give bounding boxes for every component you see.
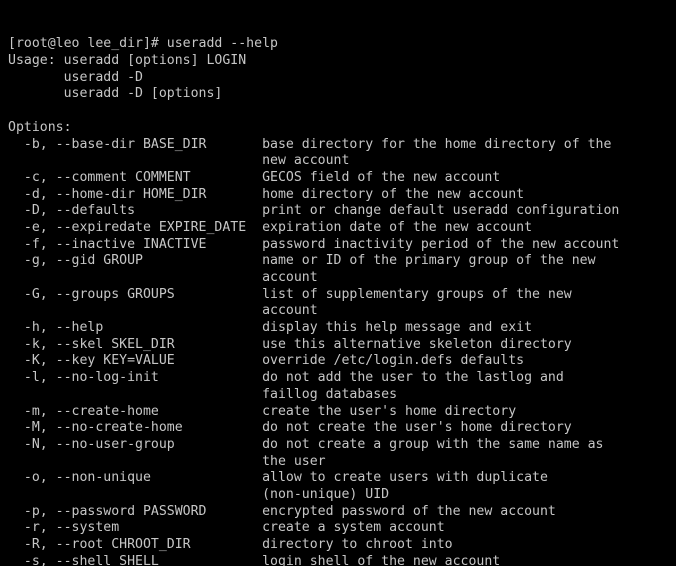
- option-row-8: -h, --help display this help message and…: [8, 320, 533, 336]
- usage-line-0: Usage: useradd [options] LOGIN: [8, 53, 247, 69]
- option-row-12: -m, --create-home create the user's home…: [8, 403, 517, 419]
- option-row-18: -R, --root CHROOT_DIR directory to chroo…: [8, 537, 453, 553]
- option-row-17: -r, --system create a system account: [8, 520, 445, 536]
- option-row-13: -M, --no-create-home do not create the u…: [8, 420, 572, 436]
- option-row-1: -c, --comment COMMENT GECOS field of the…: [8, 169, 501, 185]
- usage-line-2: useradd -D [options]: [8, 86, 223, 102]
- option-row-3: -D, --defaults print or change default u…: [8, 203, 620, 219]
- option-row-6: -g, --gid GROUP name or ID of the primar…: [8, 253, 596, 269]
- usage-line-1: useradd -D: [8, 69, 143, 85]
- option-row-0-cont-1: new account: [8, 153, 350, 169]
- option-row-5: -f, --inactive INACTIVE password inactiv…: [8, 236, 620, 252]
- options-header: Options:: [8, 119, 72, 135]
- prompt-line: [root@leo lee_dir]# useradd --help: [8, 36, 278, 52]
- option-row-4: -e, --expiredate EXPIRE_DATE expiration …: [8, 219, 533, 235]
- option-row-11: -l, --no-log-init do not add the user to…: [8, 370, 564, 386]
- option-row-0: -b, --base-dir BASE_DIR base directory f…: [8, 136, 612, 152]
- option-row-15: -o, --non-unique allow to create users w…: [8, 470, 548, 486]
- option-row-16: -p, --password PASSWORD encrypted passwo…: [8, 503, 556, 519]
- terminal-output: [root@leo lee_dir]# useradd --help Usage:…: [8, 36, 676, 566]
- terminal-window[interactable]: [root@leo lee_dir]# useradd --help Usage:…: [0, 0, 676, 566]
- option-row-19: -s, --shell SHELL login shell of the new…: [8, 553, 501, 566]
- option-row-15-cont-1: (non-unique) UID: [8, 486, 390, 502]
- option-row-7: -G, --groups GROUPS list of supplementar…: [8, 286, 572, 302]
- option-row-10: -K, --key KEY=VALUE override /etc/login.…: [8, 353, 525, 369]
- option-row-7-cont-1: account: [8, 303, 318, 319]
- option-row-14: -N, --no-user-group do not create a grou…: [8, 436, 604, 452]
- option-row-9: -k, --skel SKEL_DIR use this alternative…: [8, 336, 572, 352]
- option-row-2: -d, --home-dir HOME_DIR home directory o…: [8, 186, 525, 202]
- option-row-11-cont-1: faillog databases: [8, 386, 398, 402]
- option-row-14-cont-1: the user: [8, 453, 326, 469]
- option-row-6-cont-1: account: [8, 270, 318, 286]
